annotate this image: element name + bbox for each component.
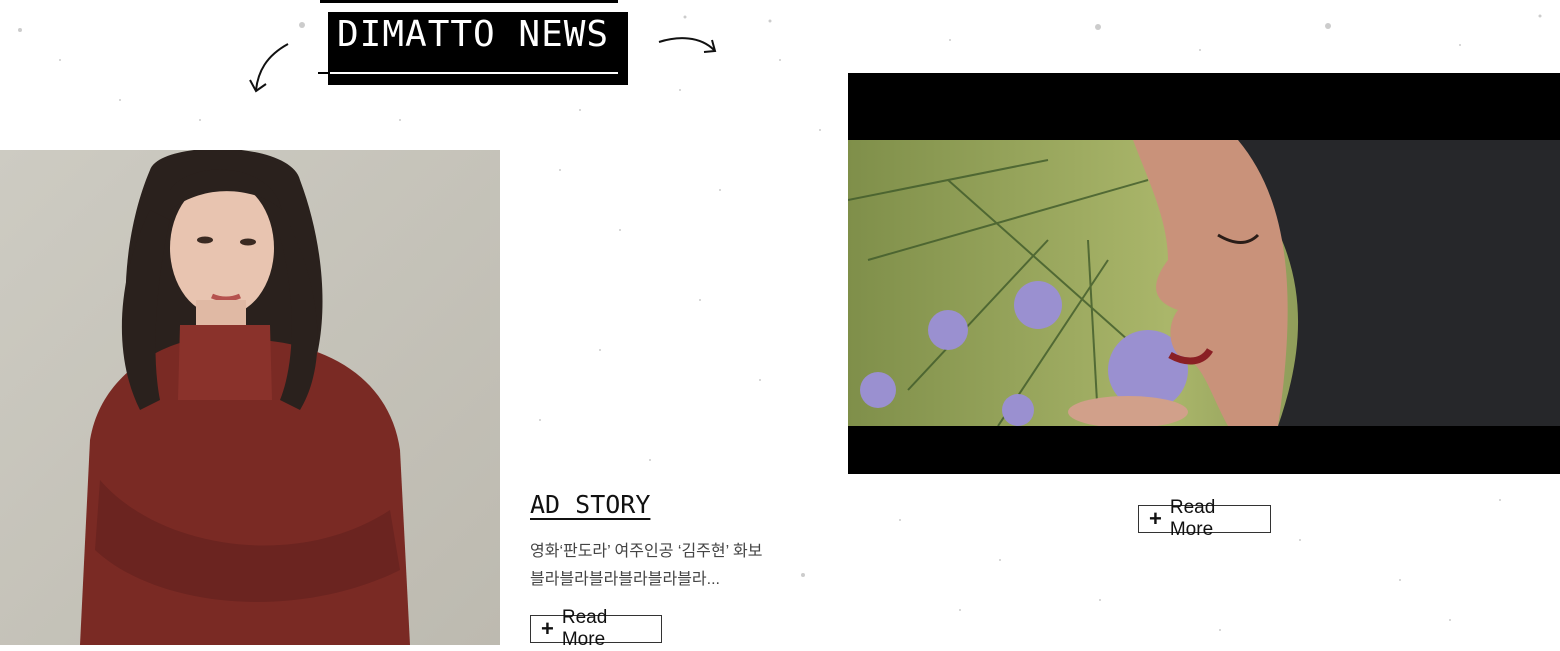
page-title: DIMATTO NEWS	[337, 14, 610, 55]
video-still-image	[848, 140, 1560, 426]
video-player[interactable]	[848, 73, 1560, 474]
plus-icon: +	[1149, 506, 1162, 531]
curved-arrow-down-left-icon	[249, 43, 289, 93]
video-frame	[848, 140, 1560, 426]
model-portrait-image	[0, 150, 500, 645]
badge-dash	[318, 72, 330, 74]
curved-arrow-right-icon	[658, 37, 717, 53]
video-read-more-button[interactable]: + Read More	[1138, 497, 1271, 540]
badge-top-line	[320, 0, 618, 3]
story-line-2: 블라블라블라블라블라블라...	[530, 571, 720, 588]
plus-icon: +	[541, 616, 554, 641]
read-more-label: Read More	[561, 607, 608, 650]
story-title[interactable]: AD STORY	[530, 490, 650, 519]
story-read-more-button[interactable]: + Read More	[530, 607, 662, 650]
ad-story-photo[interactable]	[0, 150, 500, 645]
badge-underline	[318, 72, 618, 74]
story-line-1: 영화‘판도라’ 여주인공 ‘김주현’ 화보	[530, 543, 763, 560]
read-more-label: Read More	[1169, 497, 1216, 540]
story-description: 영화‘판도라’ 여주인공 ‘김주현’ 화보 블라블라블라블라블라블라...	[530, 538, 800, 594]
